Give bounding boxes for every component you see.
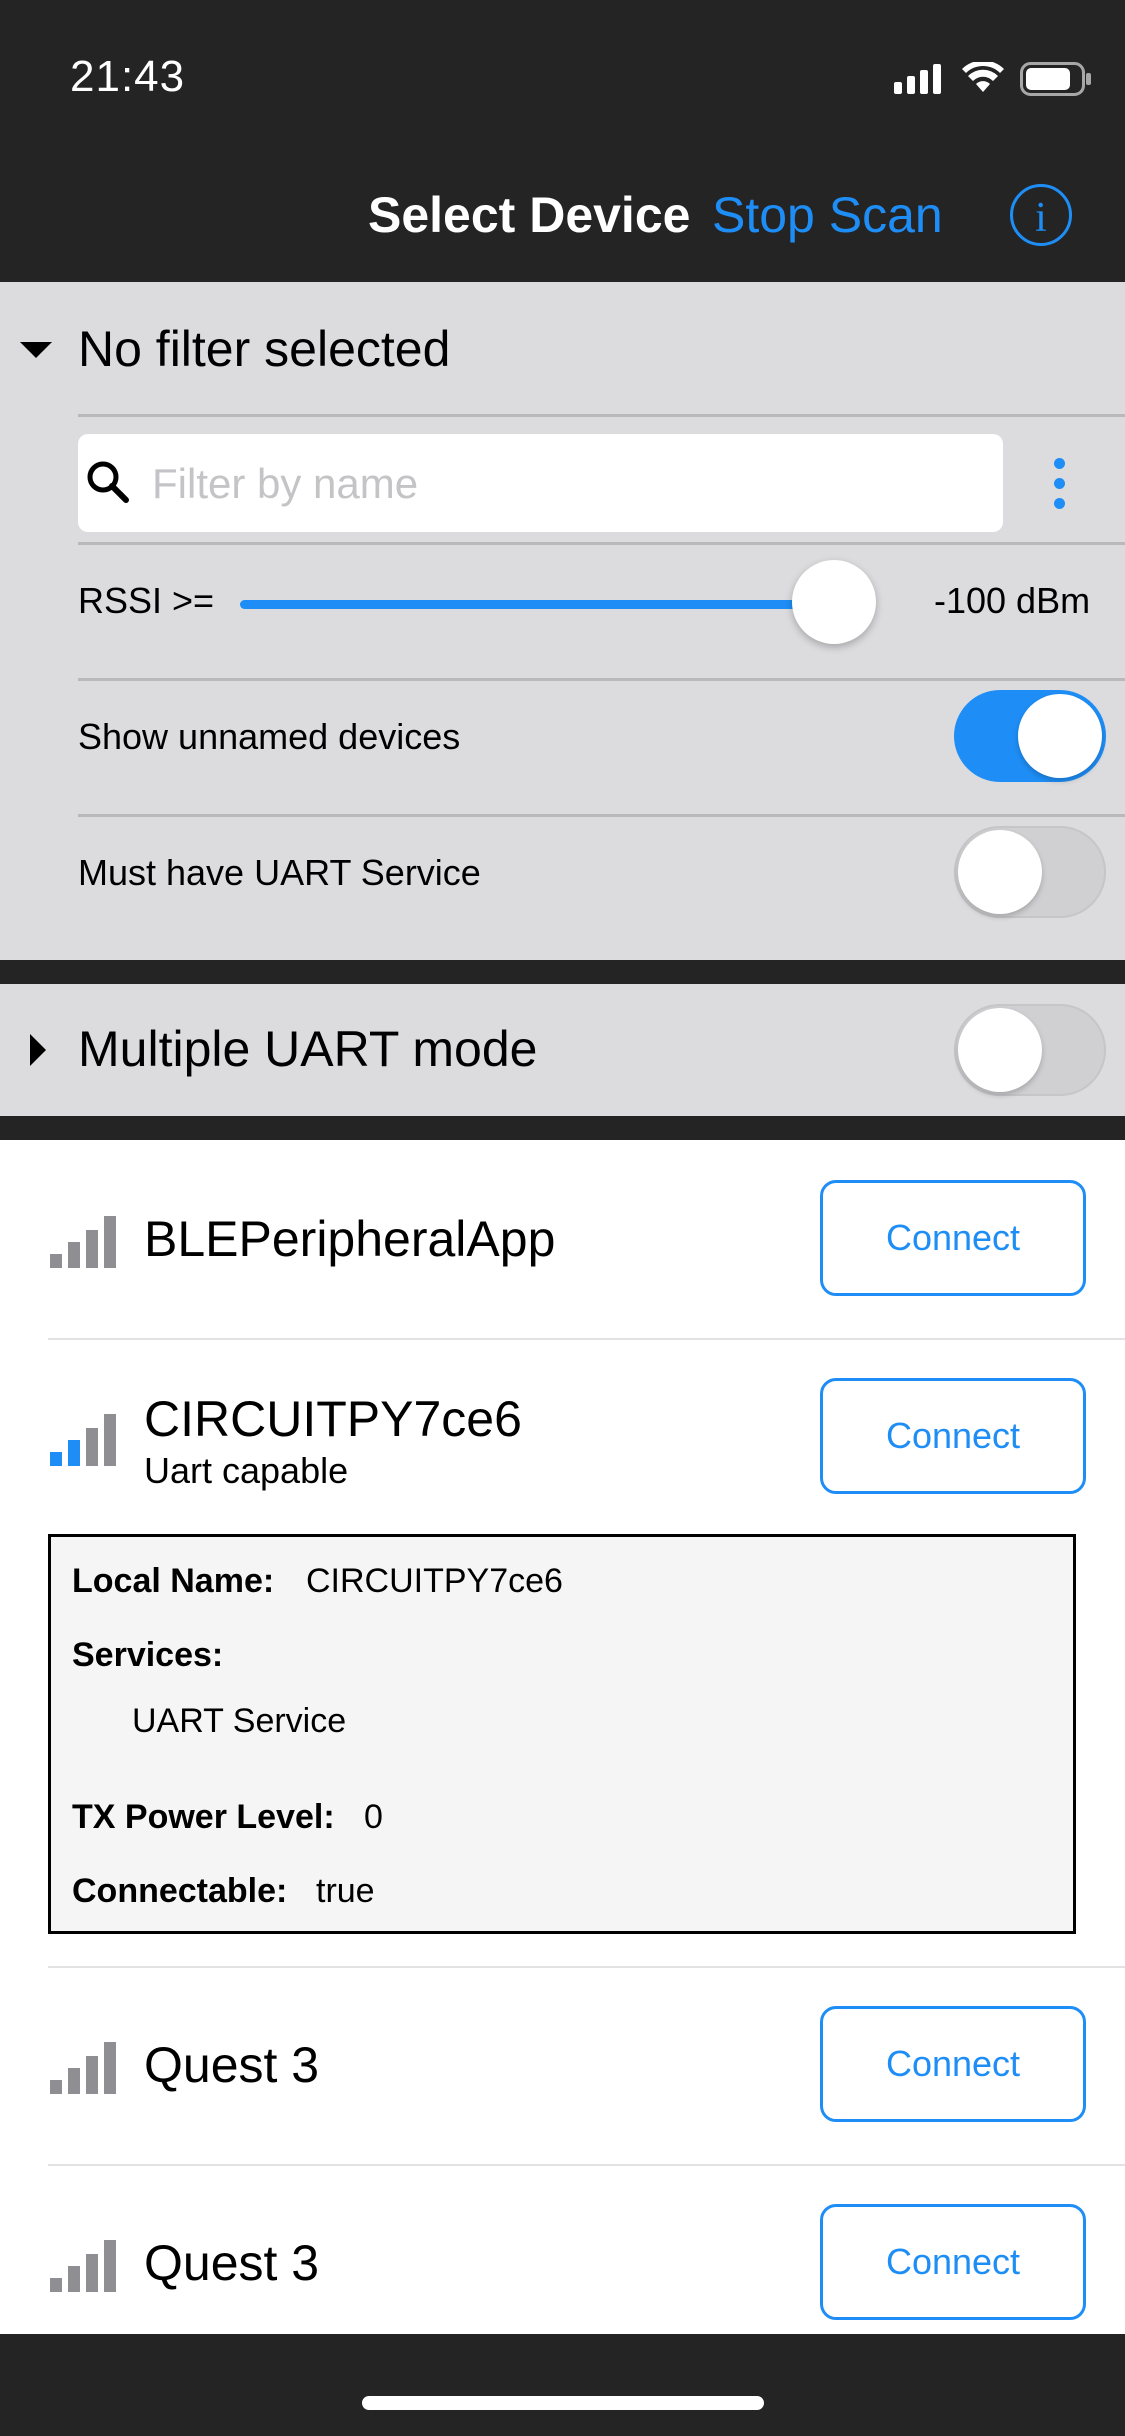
row-divider bbox=[48, 1966, 1125, 1968]
tx-power-label: TX Power Level: bbox=[72, 1798, 335, 1836]
local-name-label: Local Name: bbox=[72, 1562, 275, 1600]
signal-strength-icon bbox=[50, 1414, 116, 1466]
device-name: CIRCUITPY7ce6 bbox=[144, 1391, 522, 1447]
signal-strength-icon bbox=[50, 1216, 116, 1268]
cellular-signal-icon bbox=[894, 64, 941, 94]
must-have-uart-label: Must have UART Service bbox=[78, 852, 481, 893]
services-label: Services: bbox=[72, 1636, 224, 1674]
row-divider bbox=[48, 2164, 1125, 2166]
rssi-slider-thumb[interactable] bbox=[792, 560, 876, 644]
search-icon bbox=[87, 461, 129, 503]
device-name: Quest 3 bbox=[144, 2037, 320, 2093]
section-separator bbox=[0, 1116, 1125, 1140]
filter-title[interactable]: No filter selected bbox=[78, 320, 450, 378]
connectable-value: true bbox=[316, 1872, 375, 1910]
bottom-bar bbox=[0, 2334, 1125, 2436]
rssi-slider-track[interactable] bbox=[240, 600, 840, 609]
row-divider bbox=[48, 1338, 1125, 1340]
device-subtitle: Uart capable bbox=[144, 1450, 349, 1491]
multiple-uart-toggle[interactable] bbox=[954, 1004, 1106, 1096]
battery-icon bbox=[1020, 62, 1091, 96]
connect-button[interactable]: Connect bbox=[820, 2204, 1086, 2320]
multiple-uart-title[interactable]: Multiple UART mode bbox=[78, 1020, 537, 1078]
page-title: Select Device bbox=[368, 187, 691, 243]
wifi-icon bbox=[962, 62, 1004, 92]
tx-power-value: 0 bbox=[364, 1798, 383, 1836]
home-indicator[interactable] bbox=[362, 2396, 764, 2410]
caret-down-icon[interactable] bbox=[20, 342, 52, 358]
section-separator bbox=[0, 960, 1125, 984]
show-unnamed-toggle[interactable] bbox=[954, 690, 1106, 782]
connect-button[interactable]: Connect bbox=[820, 1378, 1086, 1494]
more-options-icon[interactable] bbox=[1054, 458, 1068, 518]
rssi-value: -100 dBm bbox=[934, 580, 1091, 621]
connect-button[interactable]: Connect bbox=[820, 1180, 1086, 1296]
device-name: Quest 3 bbox=[144, 2235, 320, 2291]
connectable-label: Connectable: bbox=[72, 1872, 288, 1910]
local-name-value: CIRCUITPY7ce6 bbox=[306, 1562, 563, 1600]
divider bbox=[78, 542, 1125, 545]
service-item: UART Service bbox=[132, 1702, 347, 1740]
info-button[interactable]: i bbox=[1010, 184, 1072, 246]
divider bbox=[78, 678, 1125, 681]
connect-button[interactable]: Connect bbox=[820, 2006, 1086, 2122]
caret-right-icon[interactable] bbox=[30, 1034, 46, 1066]
signal-strength-icon bbox=[50, 2042, 116, 2094]
stop-scan-button[interactable]: Stop Scan bbox=[712, 186, 943, 244]
must-have-uart-toggle[interactable] bbox=[954, 826, 1106, 918]
device-name: BLEPeripheralApp bbox=[144, 1211, 556, 1267]
signal-strength-icon bbox=[50, 2240, 116, 2292]
divider bbox=[78, 814, 1125, 817]
show-unnamed-label: Show unnamed devices bbox=[78, 716, 461, 757]
status-time: 21:43 bbox=[70, 52, 186, 101]
divider bbox=[78, 414, 1125, 417]
rssi-label: RSSI >= bbox=[78, 580, 215, 621]
filter-name-input[interactable] bbox=[150, 434, 994, 534]
